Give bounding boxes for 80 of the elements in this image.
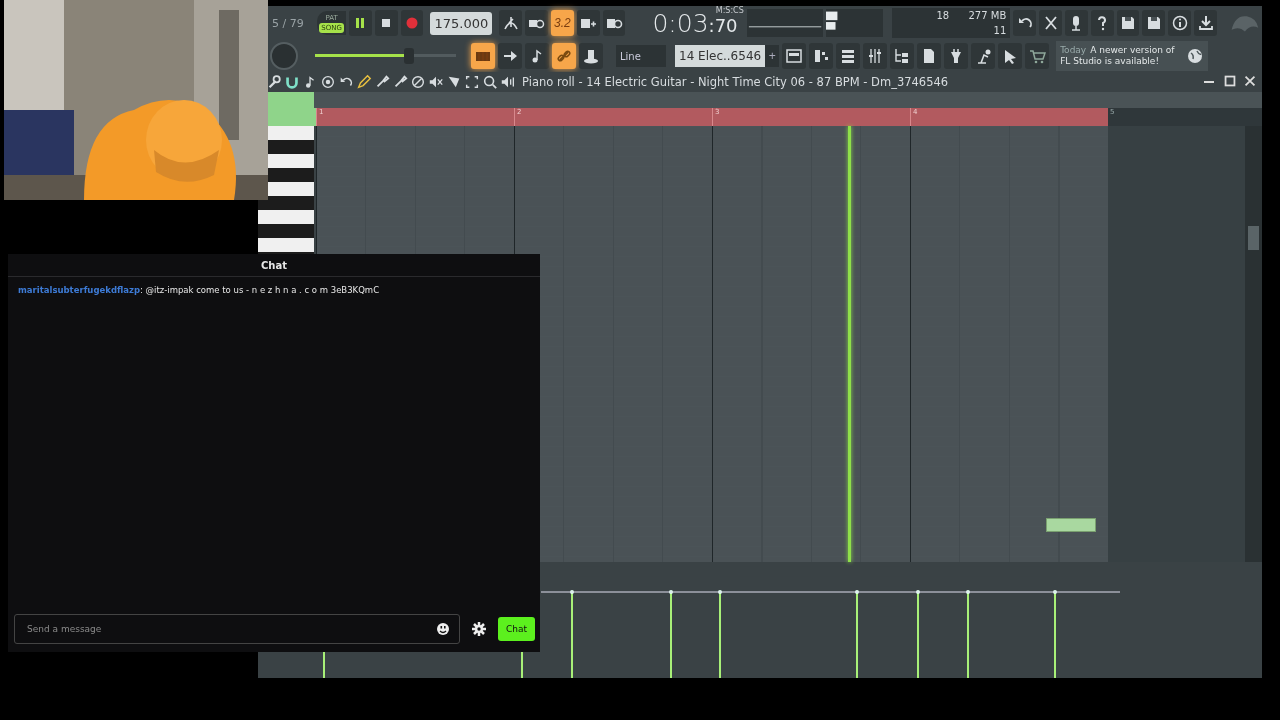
list-button[interactable] — [836, 43, 861, 69]
target-tool[interactable] — [320, 74, 336, 90]
vertical-scrollbar[interactable] — [1245, 126, 1262, 562]
cpu-value: 11 — [992, 25, 1007, 36]
lamp-button[interactable] — [971, 43, 996, 69]
settings-button[interactable] — [469, 620, 488, 638]
metronome-button[interactable] — [499, 10, 523, 36]
polyphony-value: 18 — [935, 10, 950, 21]
pattern-count: 5 / 79 — [272, 16, 305, 30]
note-button[interactable] — [525, 43, 549, 69]
window-title: Piano roll - 14 Electric Guitar - Night Time City 06 - 87 BPM - Dm_3746546 — [522, 75, 949, 89]
minimize-icon — [1204, 81, 1214, 83]
zoom-tool[interactable] — [482, 74, 498, 90]
metronome-icon — [501, 14, 520, 32]
tempo-display[interactable]: 175.000 — [430, 11, 493, 35]
mute-icon — [428, 74, 444, 90]
speaker-tool[interactable] — [500, 74, 516, 90]
speaker-icon — [500, 74, 516, 90]
window-icon — [785, 47, 804, 65]
overview-scrollbar[interactable] — [314, 92, 1262, 108]
step-button[interactable]: 3.2 — [550, 10, 574, 36]
pattern-button[interactable] — [809, 43, 834, 69]
save-button[interactable] — [1142, 10, 1166, 36]
undo-button[interactable] — [1013, 10, 1037, 36]
zoom-icon — [482, 74, 498, 90]
loop-button[interactable] — [602, 10, 626, 36]
hat-icon — [582, 47, 600, 65]
mute-tool[interactable] — [428, 74, 444, 90]
target-icon — [320, 74, 336, 90]
time-value: 0:03 — [652, 8, 709, 38]
peak-meter — [825, 9, 884, 37]
pencil-icon — [356, 74, 372, 90]
hat-button[interactable] — [579, 43, 603, 69]
pause-button[interactable] — [348, 10, 372, 36]
typing-keyboard-button[interactable] — [471, 43, 495, 69]
arrow-button[interactable] — [498, 43, 522, 69]
close-icon — [1242, 73, 1258, 89]
cart-icon — [1028, 47, 1047, 65]
keys-plus-button[interactable] — [576, 10, 600, 36]
mixer-button[interactable] — [863, 43, 888, 69]
no-icon — [410, 74, 426, 90]
link-icon — [555, 47, 573, 65]
window-button[interactable] — [782, 43, 807, 69]
piano-keys-drawing[interactable] — [258, 126, 314, 254]
chat-send-button[interactable]: Chat — [497, 617, 535, 641]
info-icon — [1170, 14, 1189, 32]
microphone-button[interactable] — [1064, 10, 1088, 36]
add-channel-button[interactable]: + — [765, 45, 780, 67]
pointer-button[interactable] — [998, 43, 1023, 69]
scissors-button[interactable] — [1039, 10, 1062, 36]
cart-button[interactable] — [1025, 43, 1050, 69]
globe-icon — [1186, 47, 1205, 65]
snap-dropdown[interactable]: Line — [616, 45, 666, 67]
volume-thumb[interactable] — [404, 48, 415, 64]
plug-button[interactable] — [944, 43, 969, 69]
chat-message: maritalsubterfugekdflazp: @itz-impak come to us - n e z h n a . c o m 3eB3KQmC — [18, 285, 381, 295]
download-button[interactable] — [1194, 10, 1217, 36]
channel-selector[interactable]: 14 Elec..6546 — [675, 45, 766, 67]
memory-value: 277 MB — [967, 10, 1007, 21]
update-notice: Today A newer version of FL Studio is available! — [1060, 45, 1176, 67]
pattern-icon — [812, 47, 831, 65]
link-button[interactable] — [552, 43, 576, 69]
time-format: M:S:CS — [715, 5, 744, 15]
chat-title: Chat — [261, 259, 287, 271]
question-button[interactable] — [1090, 10, 1114, 36]
save-button[interactable] — [1116, 10, 1140, 36]
info-button[interactable] — [1168, 10, 1192, 36]
folder-tree-button[interactable] — [890, 43, 915, 69]
pencil-tool[interactable] — [356, 74, 372, 90]
maximize-icon — [1222, 73, 1238, 89]
time-centiseconds: :70 — [708, 14, 738, 36]
stop-button[interactable] — [374, 10, 398, 36]
download-icon — [1196, 14, 1215, 32]
select-icon — [464, 74, 480, 90]
gear-icon — [469, 620, 488, 638]
page-button[interactable] — [917, 43, 942, 69]
no-tool[interactable] — [410, 74, 426, 90]
wait-button[interactable] — [525, 10, 548, 36]
message-field[interactable]: Send a message — [14, 614, 460, 644]
select-tool[interactable] — [464, 74, 480, 90]
